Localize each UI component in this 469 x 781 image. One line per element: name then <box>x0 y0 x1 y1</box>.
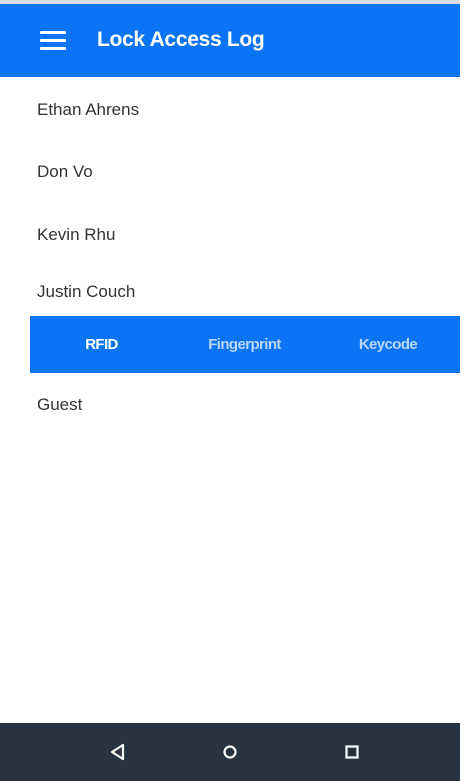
home-circle-icon[interactable] <box>200 723 260 781</box>
page-title: Lock Access Log <box>97 28 265 51</box>
tab-keycode[interactable]: Keycode <box>316 316 460 373</box>
access-method-tabs: RFID Fingerprint Keycode <box>30 316 460 373</box>
right-gutter <box>460 0 469 781</box>
list-item-kevin-rhu[interactable]: Kevin Rhu <box>37 225 115 245</box>
tab-fingerprint[interactable]: Fingerprint <box>173 316 316 373</box>
list-item-justin-couch[interactable]: Justin Couch <box>37 282 135 302</box>
active-tab-indicator <box>30 371 173 373</box>
tab-rfid[interactable]: RFID <box>30 316 173 373</box>
list-item-guest[interactable]: Guest <box>37 395 82 415</box>
hamburger-menu-icon[interactable] <box>40 31 66 51</box>
app-screen: Lock Access Log Ethan Ahrens Don Vo Kevi… <box>0 0 469 781</box>
back-triangle-icon[interactable] <box>88 723 148 781</box>
system-nav-bar <box>0 723 460 781</box>
recents-square-icon[interactable] <box>322 723 382 781</box>
list-item-ethan-ahrens[interactable]: Ethan Ahrens <box>37 100 139 120</box>
list-item-don-vo[interactable]: Don Vo <box>37 162 93 182</box>
app-bar: Lock Access Log <box>0 0 460 77</box>
